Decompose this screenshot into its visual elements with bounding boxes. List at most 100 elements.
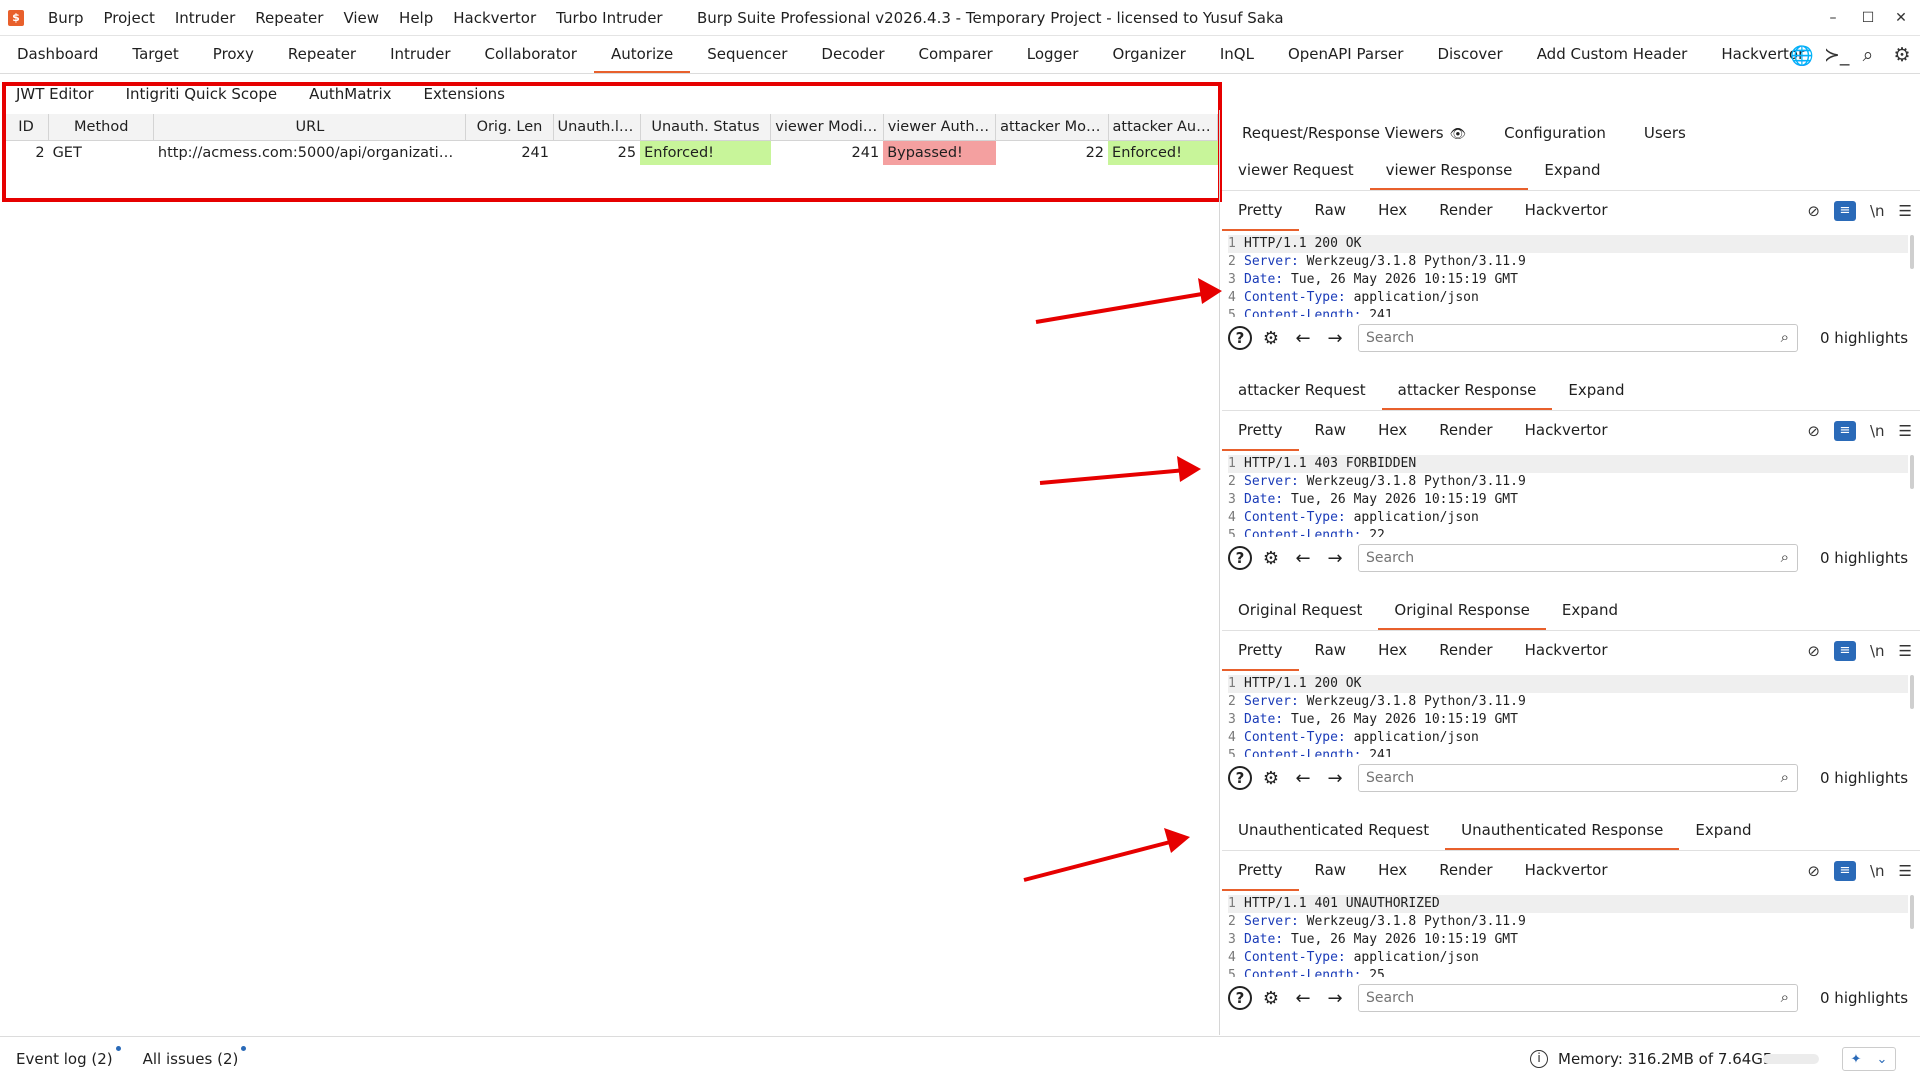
tab-extensions[interactable]: Extensions (408, 85, 521, 103)
search-input[interactable] (1359, 545, 1759, 571)
arrow-right-icon[interactable]: → (1322, 985, 1348, 1011)
tab-response[interactable]: Unauthenticated Response (1445, 811, 1680, 850)
column-header-unauth-len[interactable]: Unauth.len (553, 114, 641, 141)
tab-sequencer[interactable]: Sequencer (690, 36, 804, 73)
event-log-link[interactable]: Event log (2) (16, 1045, 121, 1068)
tab-request[interactable]: attacker Request (1222, 371, 1382, 410)
search-icon[interactable]: ⌕ (1781, 548, 1789, 566)
gear-icon[interactable]: ⚙ (1258, 765, 1284, 791)
menu-repeater[interactable]: Repeater (245, 9, 333, 27)
tab-autorize[interactable]: Autorize (593, 36, 691, 73)
gear-icon[interactable]: ⚙ (1892, 44, 1912, 66)
column-header-viewer-modified[interactable]: viewer Modif.... (770, 114, 884, 141)
tab-intruder[interactable]: Intruder (373, 36, 467, 73)
arrow-left-icon[interactable]: ← (1290, 545, 1316, 571)
tab-hackvertor[interactable]: Hackvertor (1509, 851, 1624, 891)
tab-response[interactable]: viewer Response (1369, 151, 1529, 190)
tab-expand[interactable]: Expand (1679, 811, 1767, 850)
menu-icon[interactable]: ☰ (1899, 422, 1912, 440)
help-icon[interactable]: ? (1228, 546, 1252, 570)
tab-render[interactable]: Render (1423, 411, 1508, 451)
tab-expand[interactable]: Expand (1546, 591, 1634, 630)
tab-inql[interactable]: InQL (1203, 36, 1271, 73)
tab-logger[interactable]: Logger (1010, 36, 1096, 73)
search-icon[interactable]: ⌕ (1781, 768, 1789, 786)
tab-request[interactable]: Original Request (1222, 591, 1378, 630)
tab-render[interactable]: Render (1423, 851, 1508, 891)
all-issues-link[interactable]: All issues (2) (143, 1045, 247, 1068)
scrollbar[interactable] (1910, 675, 1914, 709)
tab-dashboard[interactable]: Dashboard (0, 36, 115, 73)
tab-request[interactable]: viewer Request (1222, 151, 1370, 190)
newline-icon[interactable]: \n (1870, 422, 1885, 440)
column-header-id[interactable]: ID (4, 114, 50, 141)
menu-intruder[interactable]: Intruder (165, 9, 245, 27)
hide-icon[interactable]: ⊘ (1807, 642, 1820, 660)
response-code-editor[interactable]: 1 HTTP/1.1 200 OK 2 Server: Werkzeug/3.1.8 … (1228, 235, 1908, 317)
hide-icon[interactable]: ⊘ (1807, 422, 1820, 440)
hide-icon[interactable]: ⊘ (1807, 202, 1820, 220)
tab-expand[interactable]: Expand (1528, 151, 1616, 190)
scrollbar[interactable] (1910, 235, 1914, 269)
tab-users[interactable]: Users (1624, 124, 1704, 142)
arrow-right-icon[interactable]: → (1322, 765, 1348, 791)
tab-comparer[interactable]: Comparer (902, 36, 1010, 73)
menu-project[interactable]: Project (94, 9, 165, 27)
tab-request-response-viewers[interactable]: Request/Response Viewers 👁 (1222, 124, 1484, 142)
tab-render[interactable]: Render (1423, 631, 1508, 671)
arrow-left-icon[interactable]: ← (1290, 325, 1316, 351)
tab-hackvertor[interactable]: Hackvertor (1509, 191, 1624, 231)
maximize-button[interactable]: ☐ (1853, 0, 1883, 36)
minimize-button[interactable]: – (1818, 0, 1848, 36)
menu-burp[interactable]: Burp (38, 9, 94, 27)
table-row[interactable]: 2 GET http://acmess.com:5000/api/organiz… (4, 140, 1218, 165)
menu-turbo-intruder[interactable]: Turbo Intruder (546, 9, 672, 27)
tab-response[interactable]: attacker Response (1381, 371, 1553, 410)
tab-authmatrix[interactable]: AuthMatrix (293, 85, 407, 103)
search-icon[interactable]: ⌕ (1781, 988, 1789, 1006)
menu-icon[interactable]: ☰ (1899, 862, 1912, 880)
tab-hackvertor[interactable]: Hackvertor (1509, 411, 1624, 451)
hide-icon[interactable]: ⊘ (1807, 862, 1820, 880)
menu-icon[interactable]: ☰ (1899, 642, 1912, 660)
column-header-url[interactable]: URL (153, 114, 467, 141)
response-code-editor[interactable]: 1 HTTP/1.1 200 OK 2 Server: Werkzeug/3.1.8 … (1228, 675, 1908, 757)
globe-icon[interactable]: 🌐 (1790, 44, 1814, 67)
help-icon[interactable]: ? (1228, 766, 1252, 790)
search-input[interactable] (1359, 985, 1759, 1011)
tab-raw[interactable]: Raw (1299, 631, 1363, 671)
menu-help[interactable]: Help (389, 9, 443, 27)
tab-raw[interactable]: Raw (1299, 411, 1363, 451)
tab-expand[interactable]: Expand (1552, 371, 1640, 410)
gear-icon[interactable]: ⚙ (1258, 545, 1284, 571)
search-icon[interactable]: ⌕ (1781, 328, 1789, 346)
response-code-editor[interactable]: 1 HTTP/1.1 403 FORBIDDEN 2 Server: Werkzeug… (1228, 455, 1908, 537)
tab-pretty[interactable]: Pretty (1222, 411, 1299, 451)
tab-target[interactable]: Target (115, 36, 195, 73)
arrow-left-icon[interactable]: ← (1290, 765, 1316, 791)
tab-proxy[interactable]: Proxy (196, 36, 271, 73)
column-header-method[interactable]: Method (48, 114, 155, 141)
search-input[interactable] (1359, 325, 1759, 351)
tab-hackvertor[interactable]: Hackvertor (1509, 631, 1624, 671)
arrow-right-icon[interactable]: → (1322, 325, 1348, 351)
column-header-unauth-status[interactable]: Unauth. Status (640, 114, 772, 141)
tab-hex[interactable]: Hex (1362, 851, 1423, 891)
scrollbar[interactable] (1910, 895, 1914, 929)
menu-hackvertor[interactable]: Hackvertor (443, 9, 546, 27)
tab-hex[interactable]: Hex (1362, 411, 1423, 451)
tab-decoder[interactable]: Decoder (804, 36, 901, 73)
info-icon[interactable]: i (1530, 1050, 1548, 1068)
tab-configuration[interactable]: Configuration (1484, 124, 1624, 142)
pane-divider[interactable] (1219, 110, 1220, 1035)
tab-render[interactable]: Render (1423, 191, 1508, 231)
column-header-attacker-authz[interactable]: attacker Auth... (1108, 114, 1219, 141)
tab-pretty[interactable]: Pretty (1222, 851, 1299, 891)
wrap-lines-icon[interactable]: ≡ (1833, 421, 1856, 441)
tab-pretty[interactable]: Pretty (1222, 631, 1299, 671)
newline-icon[interactable]: \n (1870, 202, 1885, 220)
tab-intigriti-quick-scope[interactable]: Intigriti Quick Scope (110, 85, 294, 103)
column-header-attacker-modified[interactable]: attacker Modi... (995, 114, 1109, 141)
tab-hex[interactable]: Hex (1362, 191, 1423, 231)
scrollbar[interactable] (1910, 455, 1914, 489)
